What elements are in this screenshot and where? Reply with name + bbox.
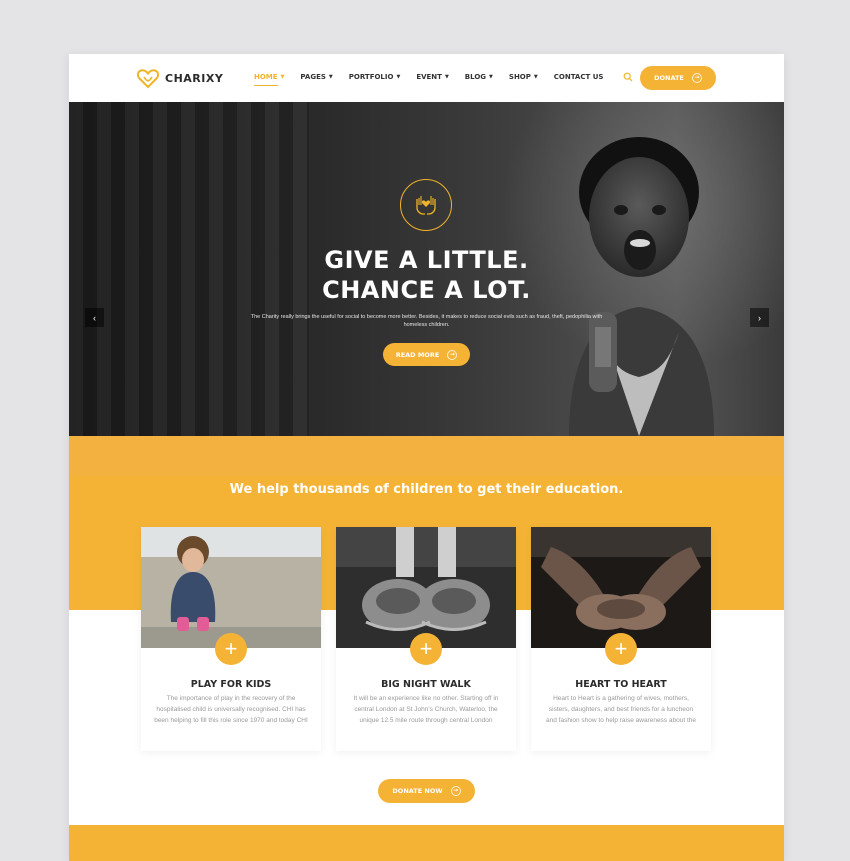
card-text: Heart to Heart is a gathering of wives, … [546,695,696,724]
heart-logo-icon [136,69,160,89]
nav-item-label: PAGES [300,73,326,81]
nav-item-pages[interactable]: PAGES ▼ [300,73,332,81]
hero-title-line-1: GIVE A LITTLE. [324,246,529,274]
card-image-child-sitting [141,527,321,648]
search-icon[interactable] [623,72,633,82]
page: CHARIXY HOME ▼ PAGES ▼ PORTFOLIO ▼ EVENT ▼ B… [69,54,784,861]
plus-icon[interactable]: + [605,633,637,665]
card-image-worn-shoes [336,527,516,648]
card-image-cupped-hands [531,527,711,648]
main-nav: HOME ▼ PAGES ▼ PORTFOLIO ▼ EVENT ▼ BLOG ▼ SHO… [254,73,619,86]
plus-icon[interactable]: + [410,633,442,665]
nav-item-home[interactable]: HOME ▼ [254,73,285,86]
nav-item-label: SHOP [508,73,531,81]
read-more-button[interactable]: READ MORE → [383,343,470,366]
nav-item-shop[interactable]: SHOP ▼ [509,73,538,81]
cause-card-play-for-kids[interactable]: + PLAY FOR KIDS The importance of play i… [141,527,321,751]
caret-down-icon: ▼ [533,74,538,80]
site-header: CHARIXY HOME ▼ PAGES ▼ PORTFOLIO ▼ EVENT ▼ B… [69,54,784,102]
footer-band [69,825,784,861]
caret-down-icon: ▼ [396,74,401,80]
arrow-right-icon: → [447,349,458,360]
arrow-right-icon: → [691,73,702,83]
nav-item-contact-us[interactable]: CONTACT US [554,73,604,81]
chevron-left-icon[interactable]: ‹ [85,308,104,327]
cause-card-heart-to-heart[interactable]: + HEART TO HEART Heart to Heart is a gat… [531,527,711,751]
card-title: BIG NIGHT WALK [381,679,471,690]
donate-button[interactable]: DONATE → [640,66,716,90]
arrow-right-icon: → [450,786,461,796]
card-text: The importance of play in the recovery o… [154,695,308,724]
chevron-right-icon[interactable]: › [750,308,769,327]
nav-item-label: BLOG [464,73,487,81]
logo[interactable]: CHARIXY [136,66,223,90]
hero-description: The Charity really brings the useful for… [250,314,603,328]
nav-item-event[interactable]: EVENT ▼ [416,73,448,81]
card-title: PLAY FOR KIDS [190,679,272,690]
nav-item-label: CONTACT US [553,73,604,81]
plus-icon[interactable]: + [215,633,247,665]
nav-item-label: EVENT [416,73,442,81]
cause-card-big-night-walk[interactable]: + BIG NIGHT WALK It will be an experienc… [336,527,516,751]
nav-item-blog[interactable]: BLOG ▼ [465,73,493,81]
donate-now-button[interactable]: DONATE NOW → [378,779,475,803]
band-strip [69,436,784,476]
card-text: It will be an experience like no other. … [353,695,499,724]
caret-down-icon: ▼ [280,74,285,80]
hero-slider: GIVE A LITTLE. CHANCE A LOT. The Charity… [69,102,784,436]
nav-item-label: HOME [254,73,278,81]
caret-down-icon: ▼ [328,74,333,80]
donate-now-label: DONATE NOW [392,787,443,795]
read-more-label: READ MORE [395,350,440,359]
section-title: We help thousands of children to get the… [229,482,624,497]
card-title: HEART TO HEART [575,679,667,690]
caret-down-icon: ▼ [444,74,449,80]
hero-title-line-2: CHANCE A LOT. [322,276,531,304]
caret-down-icon: ▼ [489,74,493,80]
nav-item-portfolio[interactable]: PORTFOLIO ▼ [349,73,401,81]
donate-button-label: DONATE [654,74,684,82]
hands-heart-icon [400,179,452,231]
nav-item-label: PORTFOLIO [348,73,394,81]
brand-name: CHARIXY [165,71,224,85]
